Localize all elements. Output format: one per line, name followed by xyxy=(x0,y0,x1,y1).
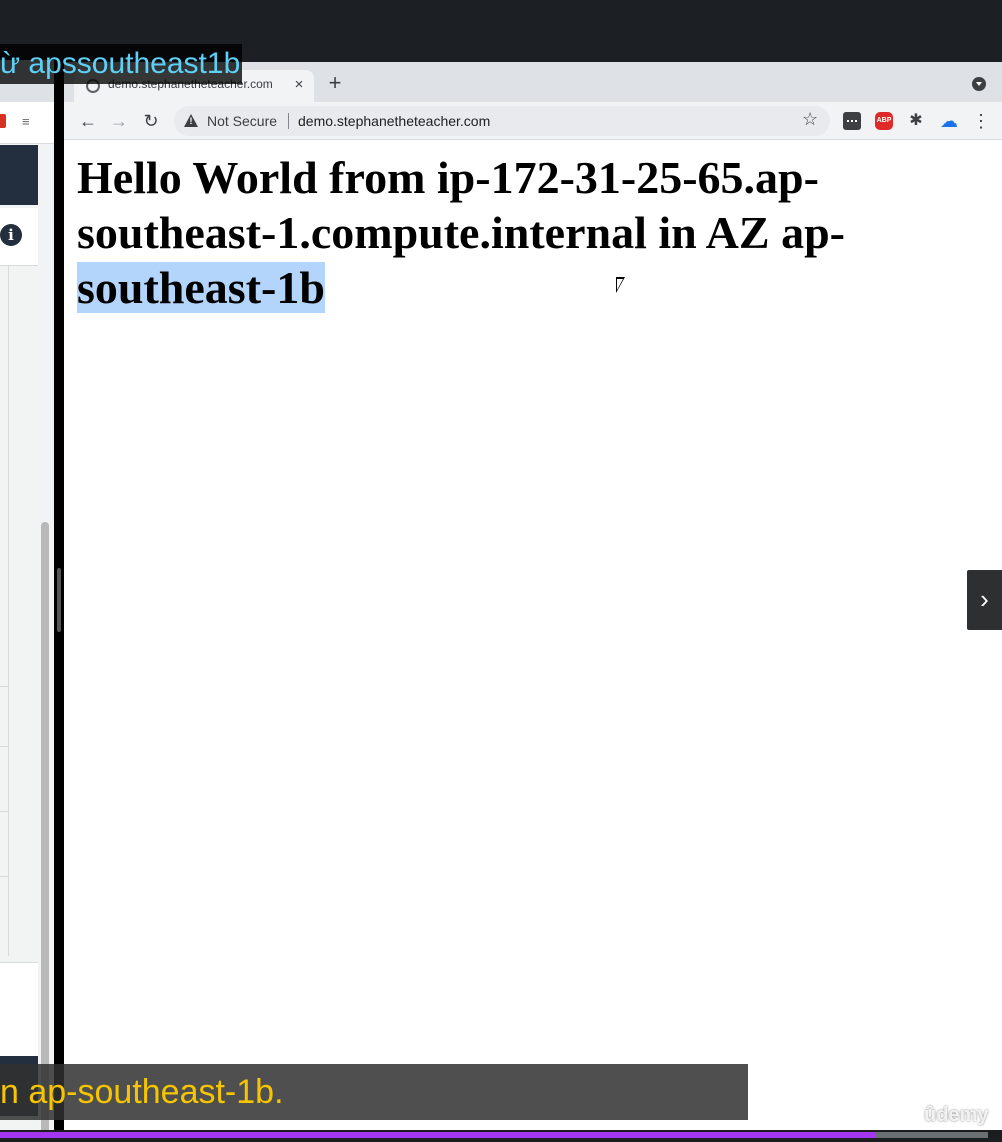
extension-icon[interactable] xyxy=(0,114,6,128)
back-button[interactable]: ← xyxy=(76,109,100,133)
reload-button[interactable]: ↻ xyxy=(139,109,163,133)
panel-row-divider xyxy=(0,811,8,812)
background-window: ≡ i xyxy=(0,60,54,1142)
heading-text: Hello World from ip-172-31-25-65.ap-sout… xyxy=(77,152,845,258)
adblock-icon[interactable]: ABP xyxy=(875,112,893,130)
url-text[interactable]: demo.stephanetheteacher.com xyxy=(298,113,490,129)
security-status[interactable]: Not Secure xyxy=(207,113,277,129)
panel-row-divider xyxy=(0,876,8,877)
selected-text: southeast-1b xyxy=(77,262,325,313)
cloud-extension-icon[interactable]: ☁ xyxy=(937,112,961,130)
tab-search-icon[interactable] xyxy=(972,77,986,91)
panel-divider xyxy=(8,266,9,956)
page-heading: Hello World from ip-172-31-25-65.ap-sout… xyxy=(77,150,977,315)
close-icon[interactable]: × xyxy=(290,76,308,94)
address-separator xyxy=(288,113,289,129)
progress-fill xyxy=(0,1132,876,1138)
address-bar[interactable]: ! Not Secure demo.stephanetheteacher.com… xyxy=(174,106,830,136)
browser-menu-icon[interactable]: ⋮ xyxy=(972,112,990,130)
bookmark-star-icon[interactable]: ☆ xyxy=(802,109,818,130)
message-extension-icon[interactable] xyxy=(843,112,861,130)
extensions-puzzle-icon[interactable]: ✱ xyxy=(907,112,925,130)
video-progress-bar[interactable] xyxy=(0,1130,1002,1142)
background-console-header xyxy=(0,145,38,205)
page-content: Hello World from ip-172-31-25-65.ap-sout… xyxy=(64,141,1002,1142)
warning-icon[interactable]: ! xyxy=(184,114,198,127)
background-toolbar: ≡ xyxy=(0,102,54,144)
subtitle-top: ừ apssoutheast1b xyxy=(0,44,243,84)
info-icon[interactable]: i xyxy=(0,224,22,246)
browser-toolbar: ← → ↻ ! Not Secure demo.stephanetheteach… xyxy=(64,102,1002,140)
panel-row-divider xyxy=(0,686,8,687)
panel-row-divider xyxy=(0,746,8,747)
menu-icon[interactable]: ≡ xyxy=(22,115,36,128)
background-content-panel xyxy=(0,266,38,1142)
split-view-handle[interactable] xyxy=(57,568,61,632)
browser-window: demo.stephanetheteacher.com × + ← → ↻ ! … xyxy=(64,62,1002,1142)
subtitle-bottom: n ap-southeast-1b. xyxy=(0,1064,748,1120)
forward-button[interactable]: → xyxy=(107,109,131,133)
next-lecture-button[interactable]: › xyxy=(967,570,1002,630)
new-tab-button[interactable]: + xyxy=(324,72,346,94)
mouse-cursor-icon xyxy=(616,277,625,293)
background-scrollbar[interactable] xyxy=(41,522,49,1142)
background-card xyxy=(0,962,38,1058)
background-info-panel: i xyxy=(0,208,38,266)
udemy-logo: ûdemy xyxy=(924,1104,989,1126)
